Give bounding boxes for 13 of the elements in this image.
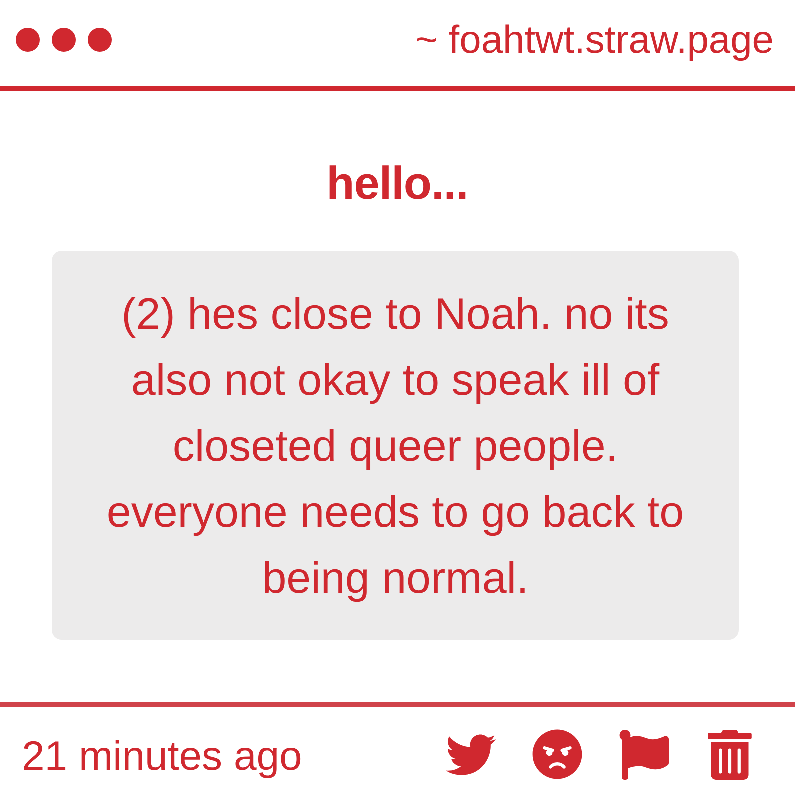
message-text: (2) hes close to Noah. no its also not okay to speak ill of closeted queer people. everyone needs to go back to being normal. — [106, 289, 686, 605]
react-button[interactable] — [532, 729, 583, 780]
delete-button[interactable] — [705, 730, 755, 780]
angry-face-icon — [532, 729, 583, 780]
trash-icon — [705, 730, 755, 780]
dot-icon — [88, 28, 112, 52]
report-button[interactable] — [619, 730, 669, 780]
page-title: hello... — [326, 156, 468, 211]
site-url: ~ foahtwt.straw.page — [415, 18, 774, 64]
dot-icon — [16, 28, 40, 52]
flag-icon — [619, 730, 669, 780]
timestamp: 21 minutes ago — [22, 732, 302, 781]
dot-icon — [52, 28, 76, 52]
